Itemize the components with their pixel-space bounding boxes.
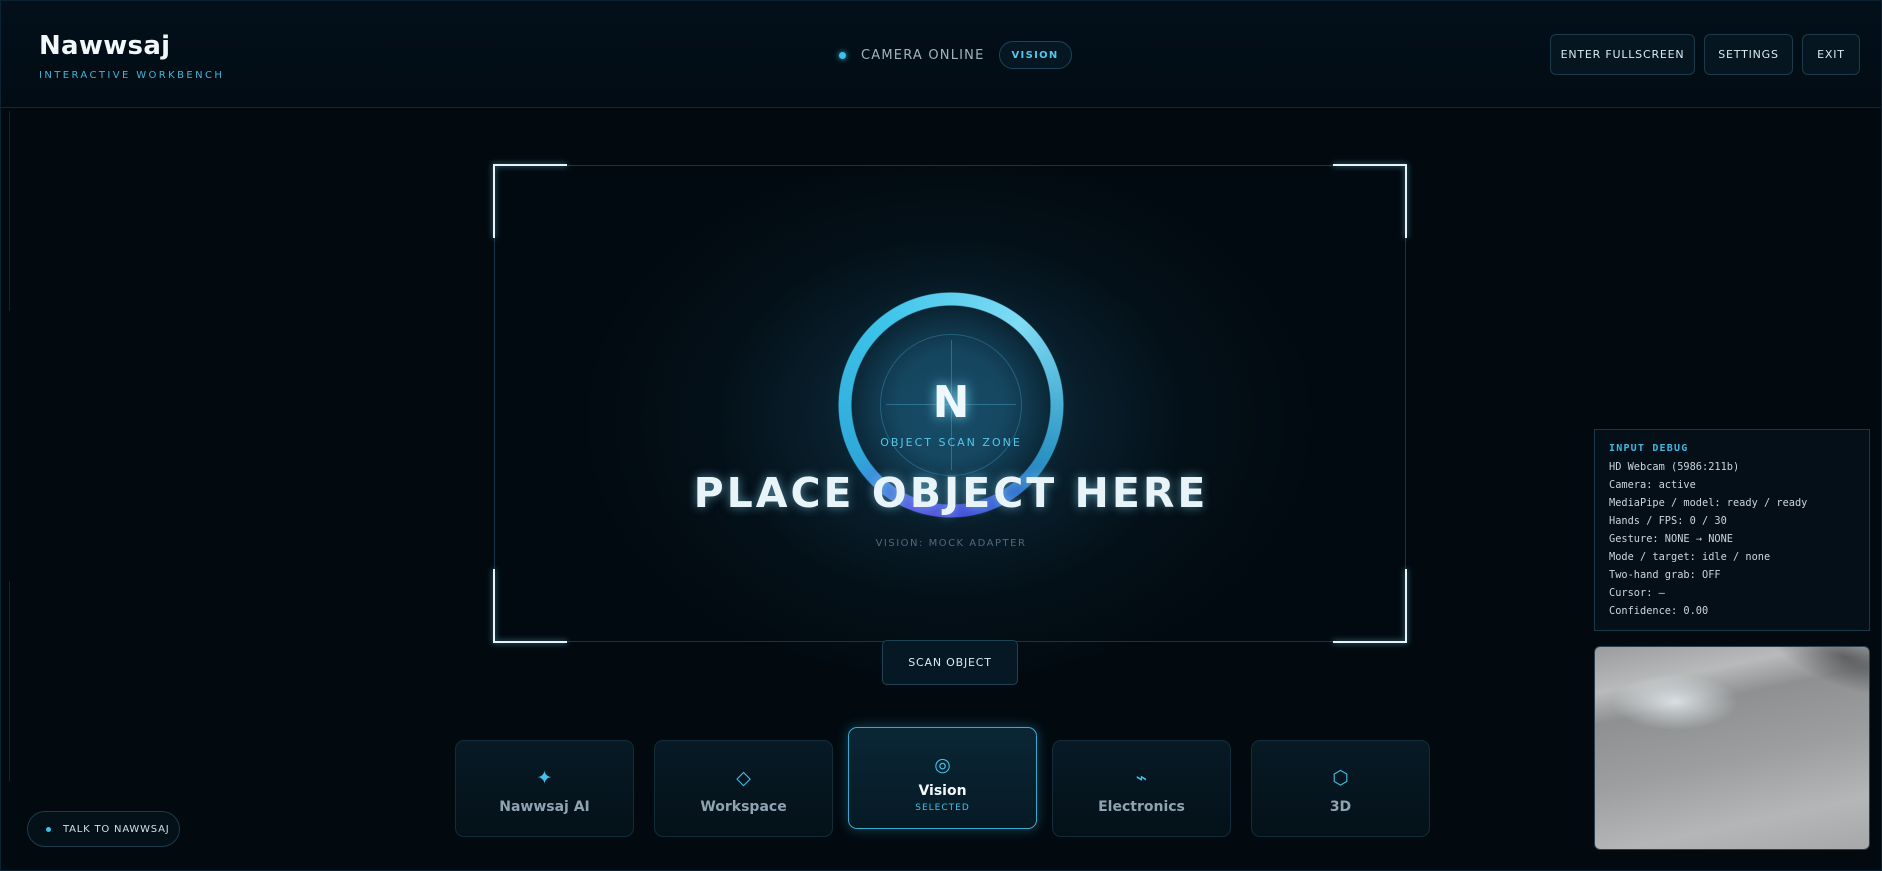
app-title: Nawwsaj — [39, 31, 171, 61]
status-dot-icon — [839, 51, 846, 59]
object-scan-frame: N OBJECT SCAN ZONE PLACE OBJECT HERE VIS… — [493, 164, 1407, 643]
debug-line: MediaPipe / model: ready / ready — [1609, 497, 1808, 509]
module-tab-vision[interactable]: ◎ Vision SELECTED — [848, 727, 1037, 829]
vision-adapter-label: VISION: MOCK ADAPTER — [875, 538, 1027, 549]
settings-button[interactable]: SETTINGS — [1704, 34, 1793, 75]
scan-zone-caption: OBJECT SCAN ZONE — [880, 436, 1022, 449]
frame-corner — [493, 164, 567, 238]
frame-corner — [1333, 164, 1407, 238]
debug-line: Camera: active — [1609, 479, 1696, 491]
debug-line: Mode / target: idle / none — [1609, 551, 1771, 563]
selected-badge: SELECTED — [915, 803, 970, 813]
debug-line: Two-hand grab: OFF — [1609, 569, 1721, 581]
camera-status-text: CAMERA ONLINE — [861, 47, 985, 63]
module-tab-label: Nawwsaj AI — [499, 799, 590, 815]
place-object-prompt: PLACE OBJECT HERE — [693, 469, 1209, 517]
target-icon: ◎ — [934, 754, 951, 776]
debug-line: HD Webcam (5986:211b) — [1609, 461, 1740, 473]
module-tab-3d[interactable]: ⬡ 3D — [1251, 740, 1430, 837]
mode-badge: VISION — [998, 41, 1072, 69]
camera-preview — [1594, 646, 1870, 850]
top-bar: Nawwsaj INTERACTIVE WORKBENCH CAMERA ONL… — [1, 1, 1881, 108]
debug-title: INPUT DEBUG — [1609, 443, 1689, 454]
camera-feed-shadow — [1759, 647, 1869, 713]
module-tab-electronics[interactable]: ⌁ Electronics — [1052, 740, 1231, 837]
module-tab-nawwsaj-ai[interactable]: ✦ Nawwsaj AI — [455, 740, 634, 837]
hexagon-icon: ⬡ — [1332, 767, 1349, 789]
diamond-icon: ◇ — [736, 767, 751, 789]
enter-fullscreen-button[interactable]: ENTER FULLSCREEN — [1550, 34, 1695, 75]
debug-line: Cursor: — — [1609, 587, 1665, 599]
module-tab-label: Electronics — [1098, 799, 1185, 815]
ring-logo-letter: N — [932, 377, 970, 428]
module-tab-label: Vision — [918, 783, 967, 799]
app-window: Nawwsaj INTERACTIVE WORKBENCH CAMERA ONL… — [0, 0, 1882, 871]
app-subtitle: INTERACTIVE WORKBENCH — [39, 70, 225, 81]
module-tab-label: 3D — [1329, 799, 1352, 815]
debug-line: Gesture: NONE → NONE — [1609, 533, 1733, 545]
talk-to-nawwsaj-button[interactable]: TALK TO NAWWSAJ — [27, 811, 180, 847]
frame-corner — [493, 569, 567, 643]
exit-button[interactable]: EXIT — [1802, 34, 1860, 75]
sparkle-icon: ✦ — [536, 767, 553, 789]
camera-status: CAMERA ONLINE VISION — [839, 40, 1072, 70]
mic-dot-icon — [46, 826, 51, 832]
wave-icon: ⌁ — [1135, 767, 1148, 789]
frame-corner — [1333, 569, 1407, 643]
debug-line: Hands / FPS: 0 / 30 — [1609, 515, 1727, 527]
debug-line: Confidence: 0.00 — [1609, 605, 1709, 617]
module-tab-label: Workspace — [700, 799, 787, 815]
input-debug-panel: INPUT DEBUG HD Webcam (5986:211b) Camera… — [1594, 429, 1870, 631]
module-tab-workspace[interactable]: ◇ Workspace — [654, 740, 833, 837]
edge-divider — [9, 581, 10, 781]
scan-object-button[interactable]: SCAN OBJECT — [882, 640, 1018, 685]
edge-divider — [9, 111, 10, 311]
talk-button-label: TALK TO NAWWSAJ — [63, 823, 170, 835]
